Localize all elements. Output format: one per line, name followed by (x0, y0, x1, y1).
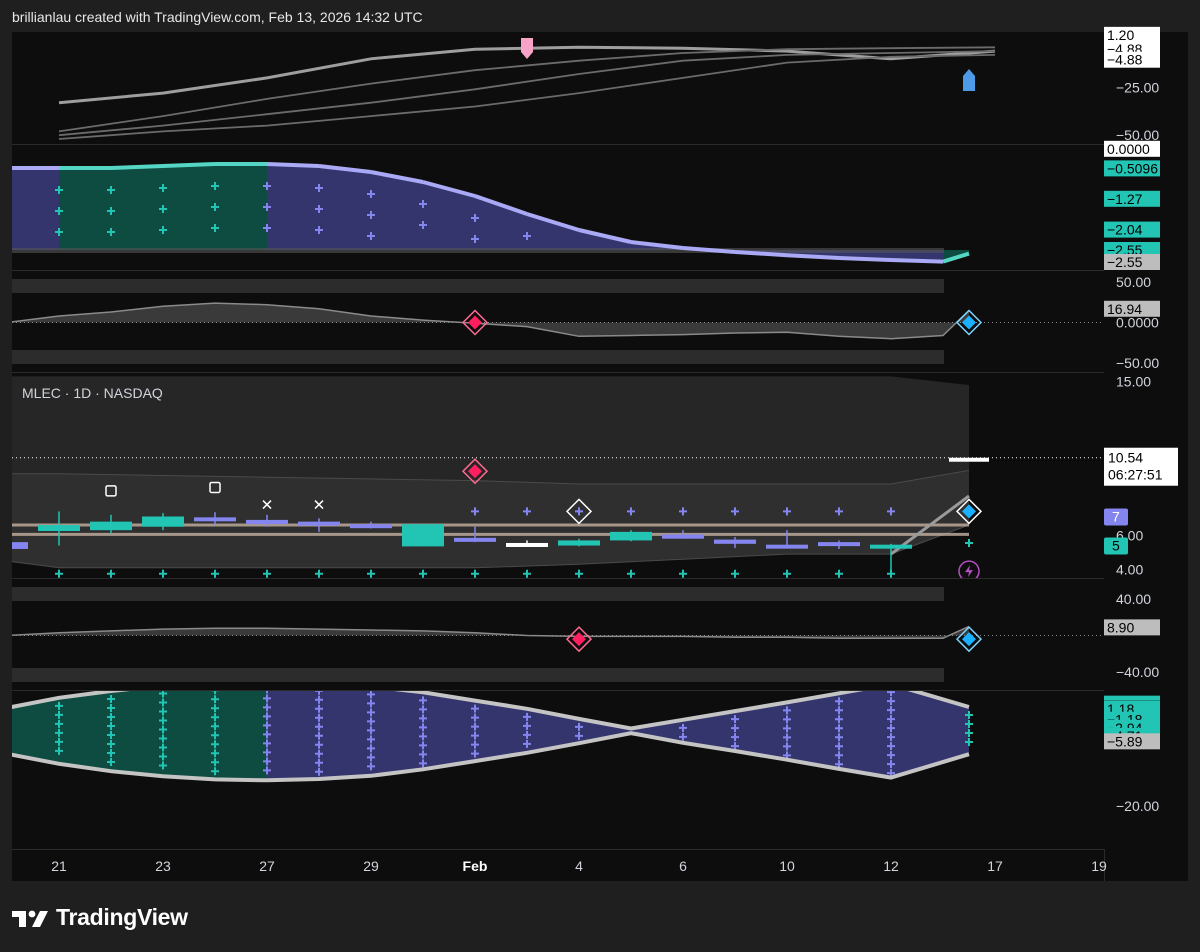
band-top (12, 587, 944, 601)
y-tick-label: 0.0000 (1116, 315, 1159, 331)
area-segment (787, 693, 839, 769)
area-segment (267, 691, 319, 781)
band-top (12, 279, 944, 293)
candle-body (714, 539, 756, 544)
area-segment (371, 172, 423, 250)
x-tick-label: 27 (259, 858, 275, 874)
candle-body (610, 531, 652, 541)
x-tick-label: 6 (679, 858, 687, 874)
last-price-tag: 10.54 (1108, 450, 1143, 466)
x-tick-label: 23 (155, 858, 171, 874)
x-tick-label: 17 (987, 858, 1003, 874)
area-segment (371, 691, 423, 776)
area-segment (59, 691, 111, 772)
candle-body (949, 457, 989, 462)
candle-body (38, 525, 80, 532)
candle-body (402, 524, 444, 547)
y-tick-label: 50.00 (1116, 274, 1151, 290)
candle-body (194, 517, 236, 522)
band-bottom (12, 668, 944, 682)
area-segment (267, 164, 319, 250)
chart-canvas[interactable]: 1.20−4.88−4.88−25.00−50.000.0000−0.5096−… (0, 0, 1200, 952)
candle-body (246, 519, 288, 525)
y-tick-label: −25.00 (1116, 79, 1159, 95)
area-segment (163, 691, 215, 780)
candle-body (298, 521, 340, 526)
area-segment (12, 168, 59, 250)
tradingview-logo-icon (12, 910, 48, 927)
area-edge (838, 256, 892, 262)
area-segment (319, 691, 371, 779)
area-segment (215, 164, 267, 250)
candle-body (90, 521, 132, 531)
candle-body (558, 540, 600, 546)
candle-body (766, 544, 808, 549)
y-tick-label: −40.00 (1116, 664, 1159, 680)
candle-body (506, 542, 548, 547)
band-bottom (12, 350, 944, 364)
x-tick-label: 21 (51, 858, 67, 874)
x-tick-label: 4 (575, 858, 583, 874)
tradingview-logo: TradingView (12, 904, 188, 931)
y-tick-label: 4.00 (1116, 561, 1143, 577)
candle-body (662, 534, 704, 539)
area-segment (163, 164, 215, 250)
candle-body (454, 537, 496, 542)
area-segment (111, 166, 163, 250)
y-tick-label: 15.00 (1116, 374, 1151, 390)
price-tag: −1.27 (1107, 191, 1143, 207)
tradingview-logo-text: TradingView (56, 904, 188, 930)
y-tick-label: −20.00 (1116, 798, 1159, 814)
area-segment (475, 700, 527, 762)
y-tick-label: 40.00 (1116, 591, 1151, 607)
area-edge (890, 258, 944, 264)
bar-countdown: 06:27:51 (1108, 467, 1163, 483)
x-tick-label: Feb (463, 858, 488, 874)
area-segment (423, 692, 475, 770)
price-tag: −2.55 (1107, 254, 1143, 270)
candle-body (12, 542, 28, 549)
candle-body (350, 524, 392, 529)
price-tag: −0.5096 (1107, 160, 1158, 176)
area-edge (266, 162, 320, 168)
area-edge (786, 253, 840, 260)
price-tag: 8.90 (1107, 619, 1134, 635)
area-segment (111, 691, 163, 777)
area-edge (110, 164, 164, 170)
price-tag: −4.88 (1107, 52, 1143, 68)
symbol-label: MLEC · 1D · NASDAQ (22, 385, 163, 401)
y-tick-label: −50.00 (1116, 355, 1159, 371)
area-segment (839, 691, 891, 778)
price-tag: 0.0000 (1107, 141, 1150, 157)
baseline-band (12, 248, 944, 253)
x-tick-label: 29 (363, 858, 379, 874)
candle-body (870, 544, 912, 549)
candle-body (818, 542, 860, 547)
indicator-label: 7 (1112, 509, 1120, 525)
area-edge (162, 162, 216, 168)
candle-body (142, 516, 184, 527)
price-tag: −5.89 (1107, 733, 1143, 749)
x-tick-label: 19 (1091, 858, 1107, 874)
indicator-label: 5 (1112, 538, 1120, 554)
price-tag: −2.04 (1107, 222, 1143, 238)
price-tag-bg (1104, 695, 1160, 701)
area-segment (59, 168, 111, 250)
area-segment (215, 691, 267, 781)
area-segment (319, 166, 371, 250)
x-tick-label: 12 (883, 858, 899, 874)
x-tick-label: 10 (779, 858, 795, 874)
